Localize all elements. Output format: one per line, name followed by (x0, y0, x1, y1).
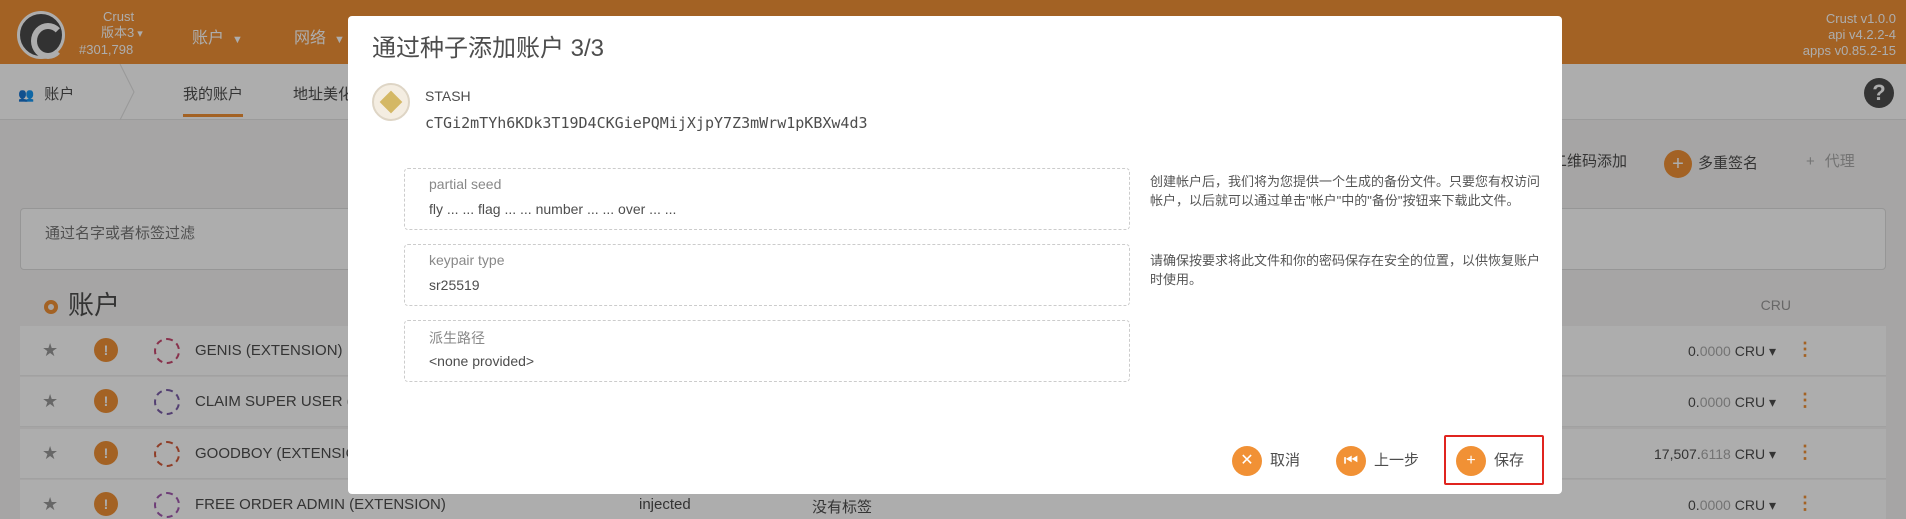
help-safety-text: 请确保按要求将此文件和你的密码保存在安全的位置，以供恢复账户时使用。 (1150, 253, 1541, 287)
derivation-path-field: 派生路径 <none provided> (404, 320, 1130, 382)
save-button[interactable]: + 保存 (1456, 446, 1524, 476)
modal-title: 通过种子添加账户 3/3 (372, 35, 605, 62)
plus-icon: + (1456, 446, 1486, 476)
add-account-modal: 通过种子添加账户 3/3 STASH cTGi2mTYh6KDk3T19D4CK… (348, 16, 1562, 494)
stash-label: STASH (425, 88, 471, 104)
close-icon: ✕ (1232, 446, 1262, 476)
keypair-type-field: keypair type sr25519 (404, 244, 1130, 306)
back-button[interactable]: ⏮ 上一步 (1336, 446, 1419, 476)
help-backup-text: 创建帐户后，我们将为您提供一个生成的备份文件。只要您有权访问帐户，以后就可以通过… (1150, 174, 1541, 208)
cancel-button[interactable]: ✕ 取消 (1232, 446, 1300, 476)
partial-seed-field: partial seed fly ... ... flag ... ... nu… (404, 168, 1130, 230)
stash-address[interactable]: cTGi2mTYh6KDk3T19D4CKGiePQMijXjpY7Z3mWrw… (425, 114, 868, 132)
identicon[interactable] (372, 83, 410, 121)
step-back-icon: ⏮ (1336, 446, 1366, 476)
